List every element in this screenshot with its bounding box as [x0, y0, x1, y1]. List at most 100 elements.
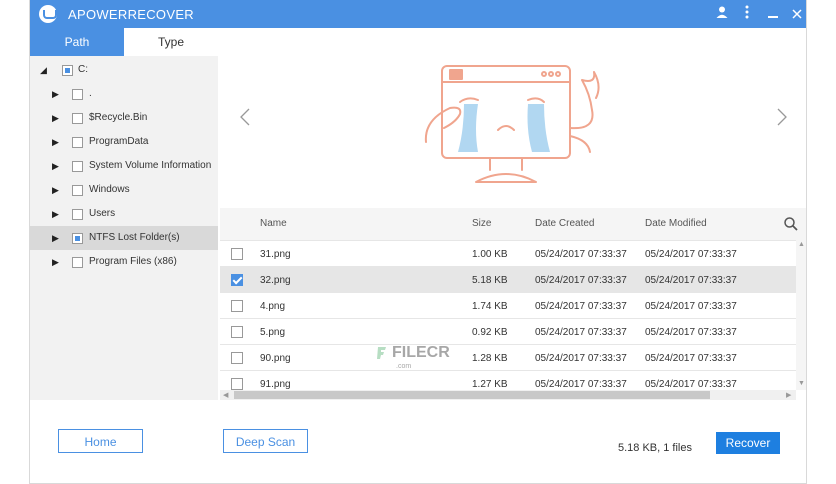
selection-status: 5.18 KB, 1 files [618, 442, 692, 454]
expand-arrow-icon[interactable]: ▶ [52, 178, 59, 202]
watermark-mark-icon [377, 347, 386, 359]
tree-checkbox[interactable] [72, 209, 83, 220]
expand-arrow-icon[interactable]: ▶ [52, 130, 59, 154]
tree-checkbox[interactable] [72, 137, 83, 148]
row-checkbox[interactable] [231, 352, 243, 364]
tab-path[interactable]: Path [30, 28, 124, 56]
expand-arrow-icon[interactable]: ▶ [52, 154, 59, 178]
date-modified: 05/24/2017 07:33:37 [645, 379, 737, 390]
date-modified: 05/24/2017 07:33:37 [645, 249, 737, 260]
date-created: 05/24/2017 07:33:37 [535, 275, 627, 286]
tree-checkbox[interactable] [72, 233, 83, 244]
previous-arrow-icon[interactable] [240, 106, 250, 132]
table-row[interactable]: 5.png 0.92 KB 05/24/2017 07:33:37 05/24/… [220, 318, 796, 345]
recover-button[interactable]: Recover [716, 432, 780, 454]
table-row[interactable]: 31.png 1.00 KB 05/24/2017 07:33:37 05/24… [220, 240, 796, 267]
file-name: 4.png [260, 301, 286, 312]
row-checkbox[interactable] [231, 326, 243, 338]
expand-arrow-icon[interactable]: ▶ [52, 250, 59, 274]
column-header-name[interactable]: Name [260, 218, 287, 229]
column-header-date-modified[interactable]: Date Modified [645, 218, 707, 229]
app-window: APOWERRECOVER Path Type ◢ C: ▶ . ▶ $Recy… [29, 0, 807, 484]
scroll-down-arrow-icon[interactable]: ▼ [798, 380, 805, 387]
expand-arrow-icon[interactable]: ▶ [52, 106, 59, 130]
vertical-scrollbar[interactable]: ▲ ▼ [796, 240, 806, 390]
row-checkbox[interactable] [231, 378, 243, 390]
tree-item-root[interactable]: ◢ C: [30, 58, 218, 82]
tree-item[interactable]: ▶ Users [30, 202, 218, 226]
file-size: 1.28 KB [472, 353, 508, 364]
tree-checkbox[interactable] [62, 65, 73, 76]
file-name: 31.png [260, 249, 291, 260]
scroll-right-arrow-icon[interactable]: ▶ [786, 391, 791, 399]
tree-item-label: Users [89, 208, 116, 219]
column-header-size[interactable]: Size [472, 218, 491, 229]
tree-item-selected[interactable]: ▶ NTFS Lost Folder(s) [30, 226, 218, 250]
column-header-date-created[interactable]: Date Created [535, 218, 594, 229]
tree-item[interactable]: ▶ Windows [30, 178, 218, 202]
tree-checkbox[interactable] [72, 113, 83, 124]
tab-type[interactable]: Type [124, 28, 218, 56]
expand-arrow-icon[interactable]: ▶ [52, 82, 59, 106]
date-modified: 05/24/2017 07:33:37 [645, 327, 737, 338]
file-name: 90.png [260, 353, 291, 364]
title-bar: APOWERRECOVER [30, 0, 806, 28]
tree-item-label: C: [78, 64, 88, 75]
view-tabs: Path Type [30, 28, 218, 56]
next-arrow-icon[interactable] [777, 106, 787, 132]
table-row-selected[interactable]: 32.png 5.18 KB 05/24/2017 07:33:37 05/24… [220, 266, 796, 293]
file-name: 5.png [260, 327, 286, 338]
search-icon[interactable] [784, 217, 798, 234]
horizontal-scroll-thumb[interactable] [234, 391, 710, 399]
date-created: 05/24/2017 07:33:37 [535, 301, 627, 312]
file-name: 32.png [260, 275, 291, 286]
collapse-arrow-icon[interactable]: ◢ [40, 58, 47, 82]
date-modified: 05/24/2017 07:33:37 [645, 275, 737, 286]
date-modified: 05/24/2017 07:33:37 [645, 301, 737, 312]
row-checkbox[interactable] [231, 248, 243, 260]
tree-checkbox[interactable] [72, 257, 83, 268]
account-icon[interactable] [712, 4, 732, 24]
watermark-text: FILECR [392, 344, 450, 361]
folder-tree: ◢ C: ▶ . ▶ $Recycle.Bin ▶ ProgramData ▶ … [30, 56, 218, 400]
home-button[interactable]: Home [58, 429, 143, 453]
expand-arrow-icon[interactable]: ▶ [52, 202, 59, 226]
date-created: 05/24/2017 07:33:37 [535, 379, 627, 390]
tree-item[interactable]: ▶ $Recycle.Bin [30, 106, 218, 130]
footer-bar: Home Deep Scan 5.18 KB, 1 files Recover [30, 400, 806, 483]
tree-item[interactable]: ▶ Program Files (x86) [30, 250, 218, 274]
tree-item-label: . [89, 88, 92, 99]
file-size: 1.27 KB [472, 379, 508, 390]
minimize-icon[interactable] [763, 4, 783, 24]
table-row[interactable]: 4.png 1.74 KB 05/24/2017 07:33:37 05/24/… [220, 292, 796, 319]
watermark-subtext: .com [396, 363, 412, 370]
tree-checkbox[interactable] [72, 185, 83, 196]
tree-item-label: Windows [89, 184, 130, 195]
file-name: 91.png [260, 379, 291, 390]
file-size: 1.00 KB [472, 249, 508, 260]
deep-scan-button[interactable]: Deep Scan [223, 429, 308, 453]
table-row[interactable]: 91.png 1.27 KB 05/24/2017 07:33:37 05/24… [220, 370, 796, 391]
row-checkbox[interactable] [231, 300, 243, 312]
tree-item[interactable]: ▶ System Volume Information [30, 154, 218, 178]
scroll-up-arrow-icon[interactable]: ▲ [798, 241, 805, 248]
more-options-icon[interactable] [737, 4, 757, 24]
file-table: Name Size Date Created Date Modified 31.… [220, 208, 806, 400]
tree-checkbox[interactable] [72, 89, 83, 100]
horizontal-scrollbar[interactable]: ◀ ▶ [220, 390, 796, 400]
date-created: 05/24/2017 07:33:37 [535, 249, 627, 260]
tree-checkbox[interactable] [72, 161, 83, 172]
tree-item[interactable]: ▶ . [30, 82, 218, 106]
no-preview-illustration-icon [424, 65, 600, 183]
row-checkbox-checked[interactable] [231, 274, 243, 286]
scroll-left-arrow-icon[interactable]: ◀ [223, 391, 228, 399]
preview-pane [220, 28, 806, 208]
close-icon[interactable] [787, 4, 807, 24]
date-created: 05/24/2017 07:33:37 [535, 327, 627, 338]
tree-item[interactable]: ▶ ProgramData [30, 130, 218, 154]
app-logo-icon [39, 5, 57, 23]
tree-item-label: System Volume Information [89, 160, 212, 171]
watermark-logo: FILECR .com [377, 344, 450, 370]
expand-arrow-icon[interactable]: ▶ [52, 226, 59, 250]
table-row[interactable]: 90.png 1.28 KB 05/24/2017 07:33:37 05/24… [220, 344, 796, 371]
